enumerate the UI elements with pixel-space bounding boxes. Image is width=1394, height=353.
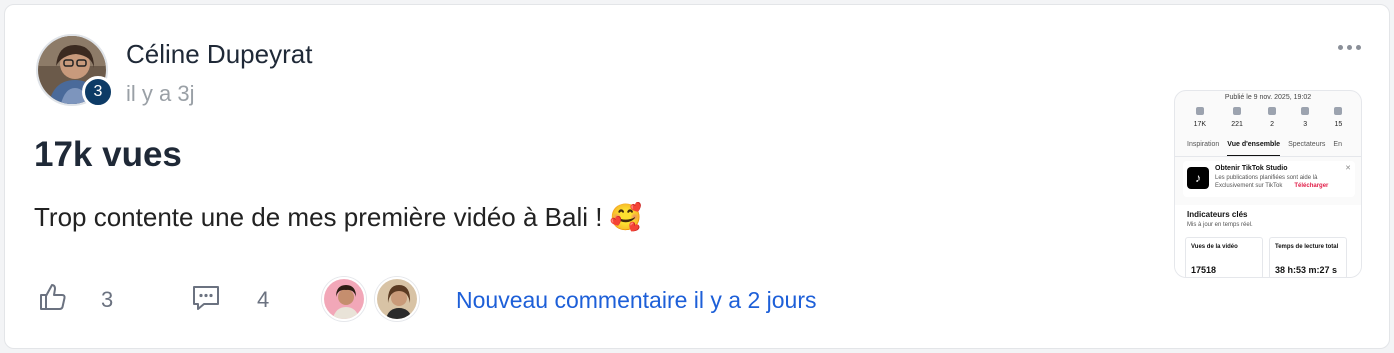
tab-more: En <box>1333 141 1342 148</box>
heart-icon <box>1233 107 1242 115</box>
comment-icon <box>1268 107 1277 115</box>
new-comment-link[interactable]: Nouveau commentaire il y a 2 jours <box>456 287 817 314</box>
tab-viewers: Spectateurs <box>1288 141 1326 148</box>
kpi-subtitle: Mis à jour en temps réel. <box>1187 222 1253 228</box>
studio-line: Les publications planifiées sont aide là <box>1215 175 1318 181</box>
commenter-avatar[interactable] <box>322 277 366 321</box>
views-value: 17518 <box>1191 265 1217 275</box>
stat-value: 17K <box>1193 121 1207 128</box>
kpi-title: Indicateurs clés <box>1187 210 1248 219</box>
tab-inspiration: Inspiration <box>1187 141 1220 148</box>
like-count: 3 <box>101 287 114 312</box>
tiktok-logo-icon: ♪ <box>1187 167 1209 189</box>
key-indicators: Indicateurs clés Mis à jour en temps rée… <box>1175 205 1361 277</box>
studio-promo: ♪ Obtenir TikTok Studio Les publications… <box>1183 161 1355 197</box>
post-body: Trop contente une de mes première vidéo … <box>34 202 643 232</box>
post-title: 17k vues <box>34 135 182 174</box>
thumbnail-tabs: Inspiration Vue d'ensemble Spectateurs E… <box>1175 141 1361 157</box>
post-timestamp: il y a 3j <box>126 81 195 106</box>
stat-value: 221 <box>1231 121 1243 128</box>
close-icon: ✕ <box>1345 165 1351 172</box>
tab-overview: Vue d'ensemble <box>1227 141 1281 156</box>
level-badge: 3 <box>82 76 114 108</box>
more-options-icon[interactable] <box>1338 41 1362 53</box>
post-actions: 3 4 Nouveau commentaire il y a 2 jours <box>35 277 935 321</box>
video-stats-thumbnail[interactable]: Publié le 9 nov. 2025, 19:02 17K 221 2 3… <box>1174 90 1362 278</box>
comment-count: 4 <box>257 287 270 312</box>
published-date: Publié le 9 nov. 2025, 19:02 <box>1224 94 1312 101</box>
watch-value: 38 h:53 m:27 s <box>1275 265 1338 275</box>
post-card: 3 Céline Dupeyrat il y a 3j 17k vues Tro… <box>4 4 1390 349</box>
thumbnail-stats: 17K 221 2 3 15 <box>1175 107 1361 128</box>
bookmark-icon <box>1334 107 1343 115</box>
stat-value: 2 <box>1270 121 1274 128</box>
stat-value: 15 <box>1334 121 1343 128</box>
watch-label: Temps de lecture total <box>1275 244 1339 250</box>
studio-download: Télécharger <box>1294 183 1329 189</box>
thumbs-up-icon[interactable] <box>37 281 69 313</box>
views-box: Vues de la vidéo 17518 <box>1185 237 1263 277</box>
watch-time-box: Temps de lecture total 38 h:53 m:27 s <box>1269 237 1347 277</box>
play-icon <box>1195 107 1204 115</box>
studio-title: Obtenir TikTok Studio <box>1215 165 1288 172</box>
views-label: Vues de la vidéo <box>1191 244 1238 250</box>
share-icon <box>1301 107 1310 115</box>
stat-value: 3 <box>1303 121 1308 128</box>
author-name[interactable]: Céline Dupeyrat <box>126 39 312 70</box>
studio-line: Exclusivement sur TikTok Télécharger <box>1215 183 1329 189</box>
comment-icon[interactable] <box>190 282 222 314</box>
commenter-avatar[interactable] <box>375 277 419 321</box>
